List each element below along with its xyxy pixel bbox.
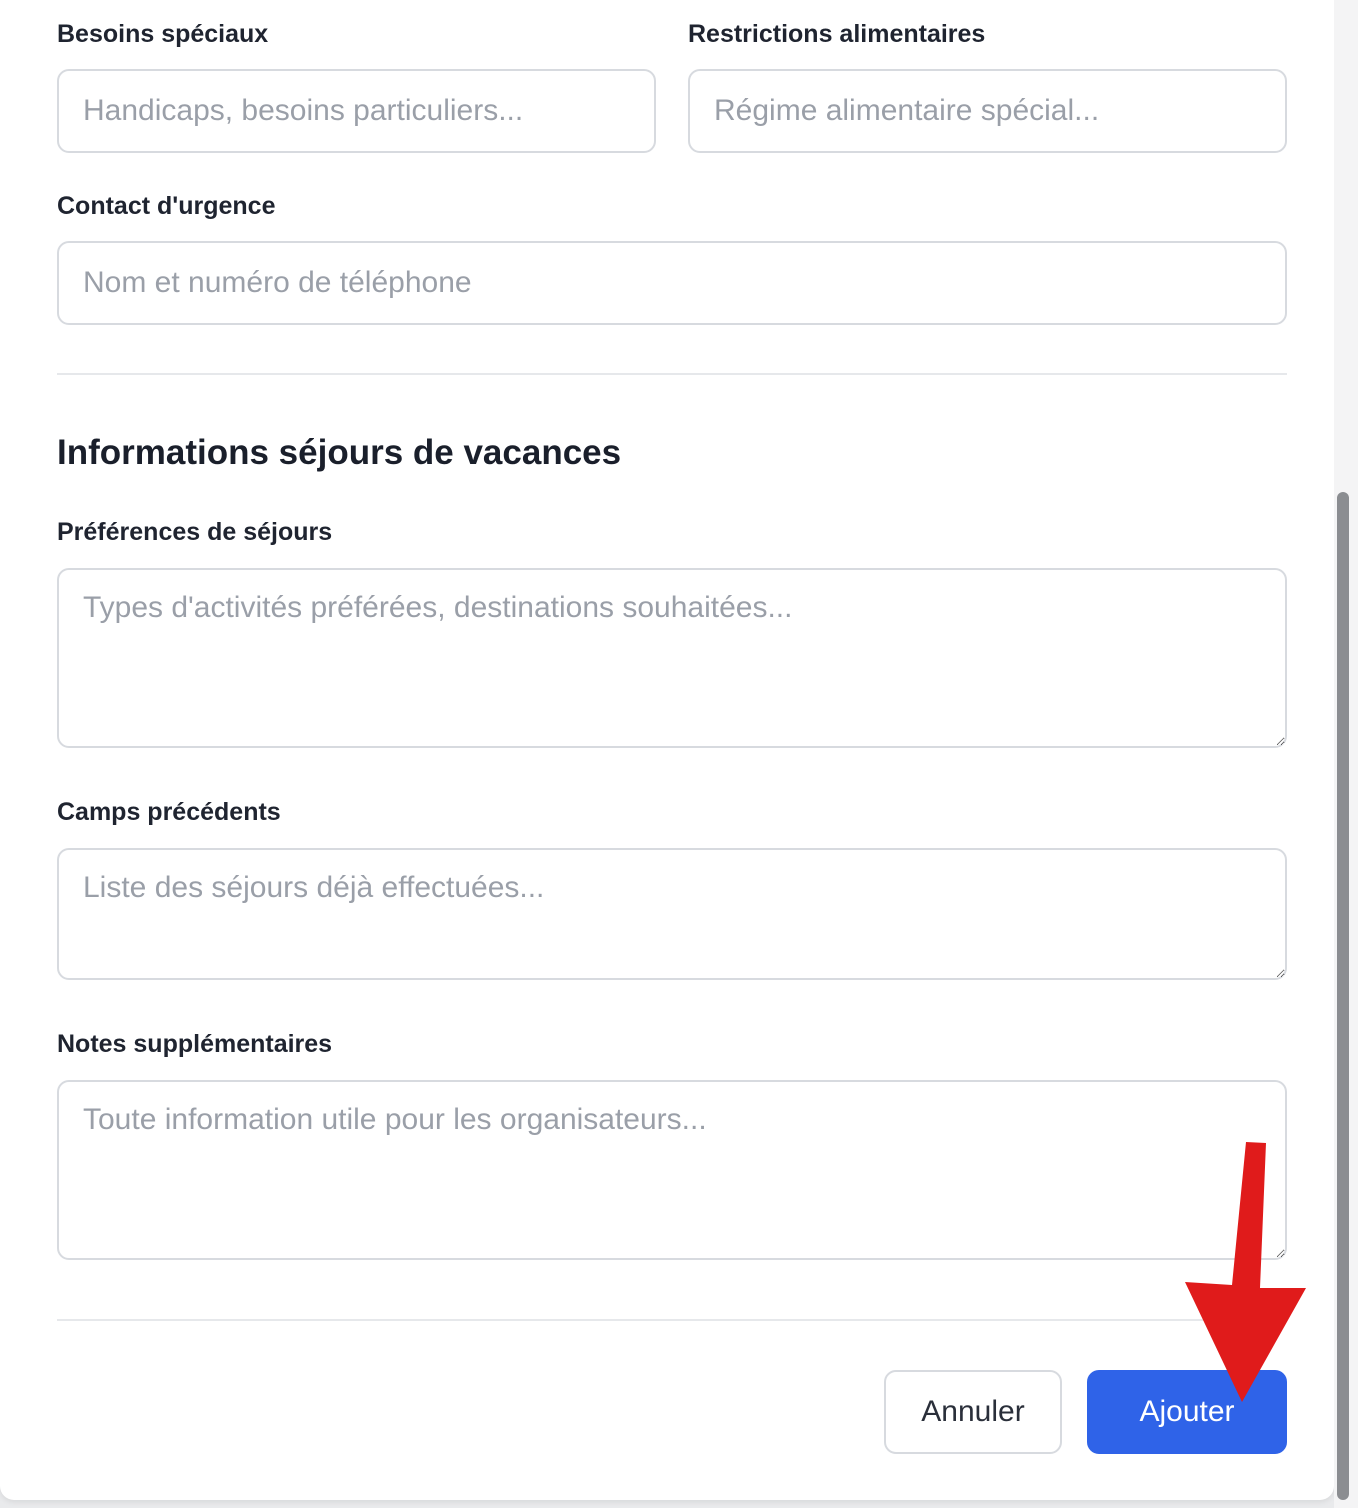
additional-notes-label: Notes supplémentaires (57, 1030, 333, 1058)
section-divider (57, 373, 1287, 375)
footer-divider (57, 1319, 1287, 1321)
emergency-contact-label: Contact d'urgence (57, 192, 276, 220)
special-needs-label: Besoins spéciaux (57, 20, 269, 48)
stay-preferences-label: Préférences de séjours (57, 518, 333, 546)
stay-preferences-textarea[interactable] (57, 568, 1287, 748)
dietary-restrictions-label: Restrictions alimentaires (688, 20, 986, 48)
previous-camps-textarea[interactable] (57, 848, 1287, 980)
vacation-section-title: Informations séjours de vacances (57, 433, 622, 472)
dietary-restrictions-input[interactable] (688, 69, 1287, 153)
scrollbar-thumb[interactable] (1337, 492, 1349, 1500)
form-panel: Besoins spéciaux Restrictions alimentair… (0, 0, 1334, 1500)
previous-camps-label: Camps précédents (57, 798, 281, 826)
special-needs-input[interactable] (57, 69, 656, 153)
additional-notes-textarea[interactable] (57, 1080, 1287, 1260)
add-button[interactable]: Ajouter (1087, 1370, 1287, 1454)
cancel-button[interactable]: Annuler (884, 1370, 1062, 1454)
emergency-contact-input[interactable] (57, 241, 1287, 325)
